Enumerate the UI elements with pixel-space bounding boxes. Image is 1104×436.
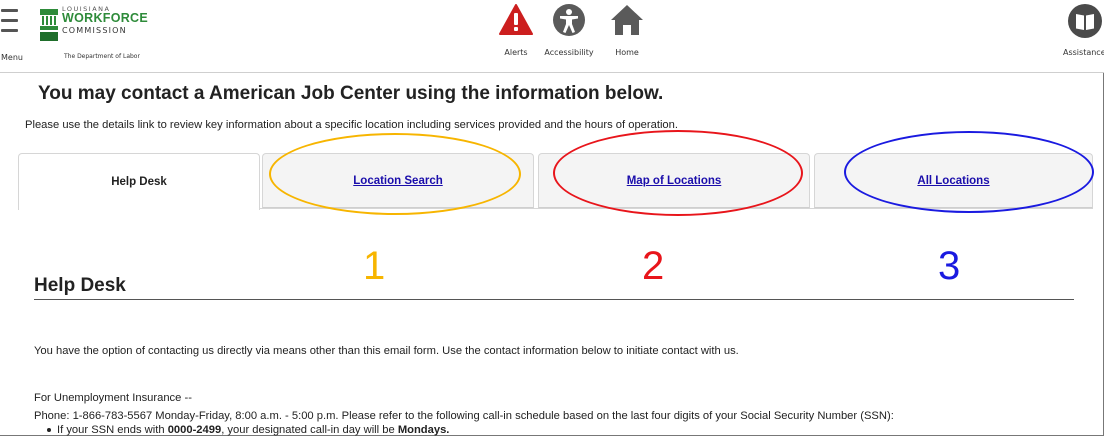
accessibility-icon: [553, 4, 585, 36]
page-title: You may contact a American Job Center us…: [38, 83, 664, 104]
ui-heading: For Unemployment Insurance --: [34, 392, 192, 404]
bullet-prefix: If your SSN ends with: [57, 424, 168, 436]
page-subtitle: Please use the details link to review ke…: [25, 119, 678, 131]
call-in-bullet: If your SSN ends with 0000-2499, your de…: [57, 424, 449, 436]
accessibility-label: Accessibility: [544, 48, 594, 57]
section-title: Help Desk: [34, 275, 126, 296]
annotation-ring-2: [553, 130, 803, 216]
phone-line: Phone: 1-866-783-5567 Monday-Friday, 8:0…: [34, 410, 894, 422]
home-icon: [611, 5, 643, 35]
annotation-number-1: 1: [363, 244, 386, 288]
logo-commission: COMMISSION: [62, 26, 127, 35]
tab-help-desk-label: Help Desk: [111, 176, 167, 188]
lwc-logo[interactable]: LOUISIANA WORKFORCE COMMISSION The Depar…: [38, 4, 148, 60]
logo-tagline: The Department of Labor: [64, 53, 140, 60]
hamburger-icon-bar: [1, 19, 18, 22]
assistance-label: Assistance: [1063, 48, 1104, 57]
intro-text: You have the option of contacting us dir…: [34, 345, 739, 357]
annotation-ring-1: [269, 133, 521, 215]
annotation-ring-3: [844, 131, 1094, 213]
logo-workforce: WORKFORCE: [62, 11, 149, 25]
bullet-middle: , your designated call-in day will be: [221, 424, 398, 436]
menu-button[interactable]: Menu: [0, 6, 28, 62]
annotation-number-3: 3: [938, 244, 961, 288]
assistance-button[interactable]: Assistance: [1060, 3, 1104, 57]
alerts-button[interactable]: Alerts: [495, 3, 537, 57]
menu-label: Menu: [1, 53, 23, 62]
annotation-number-2: 2: [642, 244, 665, 288]
home-button[interactable]: Home: [606, 3, 648, 57]
logo-icon: [40, 9, 58, 41]
tab-help-desk[interactable]: Help Desk: [18, 153, 260, 210]
accessibility-button[interactable]: Accessibility: [538, 3, 600, 57]
home-label: Home: [615, 48, 639, 57]
site-header: Menu LOUISIANA WORKFORCE COMMISSION The …: [0, 0, 1104, 73]
bullet-ssn-range: 0000-2499: [167, 424, 222, 436]
alert-triangle-icon: [499, 4, 533, 35]
hamburger-icon: [1, 9, 18, 12]
bullet-day: Mondays.: [397, 424, 450, 436]
alerts-label: Alerts: [504, 48, 528, 57]
bullet-dot: [47, 428, 51, 432]
section-divider: [34, 299, 1074, 300]
book-icon: [1068, 4, 1102, 38]
hamburger-icon-bar: [1, 29, 18, 32]
